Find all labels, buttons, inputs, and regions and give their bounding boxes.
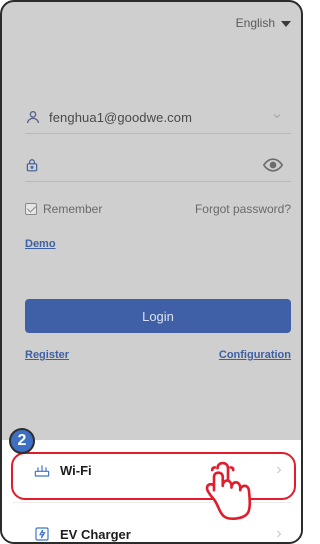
ev-charger-row[interactable]: EV Charger [2, 510, 301, 542]
tap-hand-icon [205, 461, 252, 520]
demo-link[interactable]: Demo [25, 238, 56, 250]
chevron-down-icon[interactable] [271, 110, 283, 122]
step-number: 2 [17, 432, 27, 449]
ev-charger-icon [35, 527, 49, 541]
language-label: English [235, 16, 275, 30]
user-icon [27, 111, 39, 124]
configuration-link[interactable]: Configuration [219, 349, 291, 361]
login-button[interactable]: Login [25, 299, 291, 333]
bottom-links: Register Configuration [25, 349, 291, 361]
router-icon [34, 465, 50, 477]
account-field[interactable]: fenghua1@goodwe.com [25, 100, 291, 134]
forgot-password-link[interactable]: Forgot password? [195, 202, 291, 216]
password-field[interactable] [25, 148, 291, 182]
phone-screen: English fenghua1@goodwe.com Remember For… [0, 0, 303, 544]
language-selector[interactable]: English [236, 16, 291, 30]
dropdown-caret-icon [281, 21, 291, 27]
chevron-right-icon [277, 466, 282, 474]
remember-row: Remember Forgot password? [25, 200, 291, 218]
lock-icon [26, 159, 38, 172]
chevron-right-icon [277, 530, 282, 538]
ev-charger-label: EV Charger [60, 526, 131, 542]
wifi-row[interactable]: Wi-Fi [2, 446, 301, 494]
step-number-badge: 2 [9, 428, 35, 454]
wifi-label: Wi-Fi [60, 462, 92, 478]
account-value: fenghua1@goodwe.com [49, 109, 193, 125]
login-button-label: Login [142, 308, 174, 324]
password-underline [25, 181, 291, 182]
eye-icon[interactable] [263, 155, 283, 175]
remember-checkbox[interactable] [25, 203, 37, 215]
register-link[interactable]: Register [25, 349, 69, 361]
bottom-sheet: Wi-Fi EV Charger [2, 440, 301, 542]
remember-label: Remember [43, 202, 103, 216]
account-underline [25, 133, 291, 134]
